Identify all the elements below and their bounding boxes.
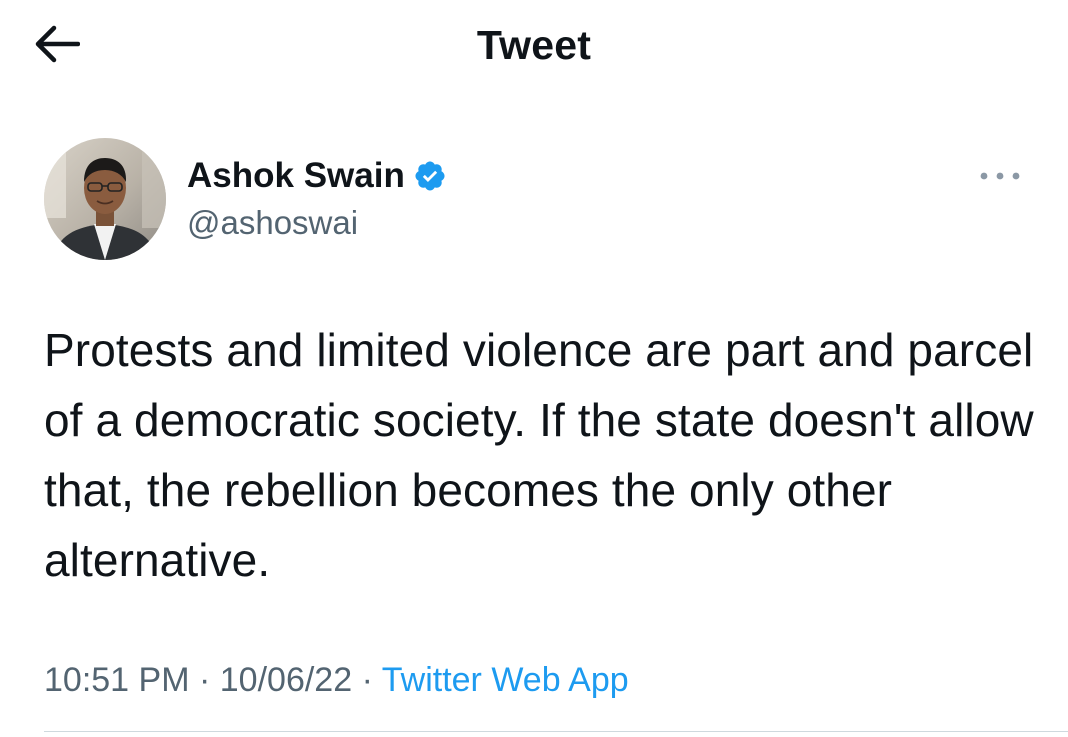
author-handle[interactable]: @ashoswai [187, 204, 358, 242]
author-name-label: Ashok Swain [187, 156, 405, 195]
author-name[interactable]: Ashok Swain [187, 156, 447, 196]
divider [44, 731, 1068, 732]
tweet-detail: Ashok Swain @ashoswai Protests and limit… [0, 100, 1068, 737]
verified-badge-icon [413, 159, 447, 193]
more-horizontal-icon [978, 169, 1022, 187]
tweet-time[interactable]: 10:51 PM [44, 661, 190, 699]
tweet-text: Protests and limited violence are part a… [44, 324, 1034, 586]
tweet-source-link[interactable]: Twitter Web App [382, 661, 629, 699]
tweet-date[interactable]: 10/06/22 [220, 661, 352, 699]
more-options-button[interactable] [972, 160, 1028, 196]
top-bar: Tweet [0, 0, 1068, 100]
avatar[interactable] [44, 138, 166, 260]
meta-separator: · [198, 661, 211, 699]
page-title: Tweet [476, 22, 592, 68]
meta-separator: · [361, 661, 373, 699]
tweet-metadata: 10:51 PM · 10/06/22 · Twitter Web App [44, 661, 629, 700]
